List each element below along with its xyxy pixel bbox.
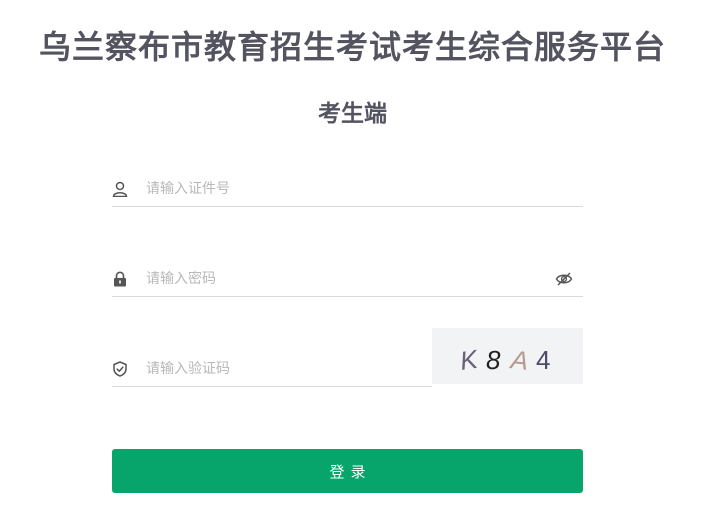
captcha-image[interactable]: K 8 A 4 (432, 328, 583, 384)
captcha-char: A (507, 344, 529, 376)
page-subtitle: 考生端 (318, 101, 387, 127)
login-page: 乌兰察布市教育招生考试考生综合服务平台 考生端 请输入证件号 请输入验证码 K … (0, 0, 705, 512)
id-number-input[interactable] (146, 174, 546, 204)
password-field (112, 264, 583, 297)
captcha-char: 4 (536, 345, 550, 375)
password-input[interactable] (146, 264, 546, 294)
id-number-field (112, 174, 583, 207)
captcha-field (112, 354, 432, 387)
login-button[interactable]: 登录 (112, 449, 583, 493)
captcha-char: K (458, 344, 481, 376)
shield-check-icon (112, 361, 128, 377)
page-title: 乌兰察布市教育招生考试考生综合服务平台 (38, 28, 666, 66)
user-icon (112, 181, 128, 198)
lock-icon (112, 271, 128, 287)
captcha-char: 8 (486, 345, 501, 375)
captcha-input[interactable] (146, 354, 426, 384)
eye-off-icon[interactable] (555, 271, 573, 287)
